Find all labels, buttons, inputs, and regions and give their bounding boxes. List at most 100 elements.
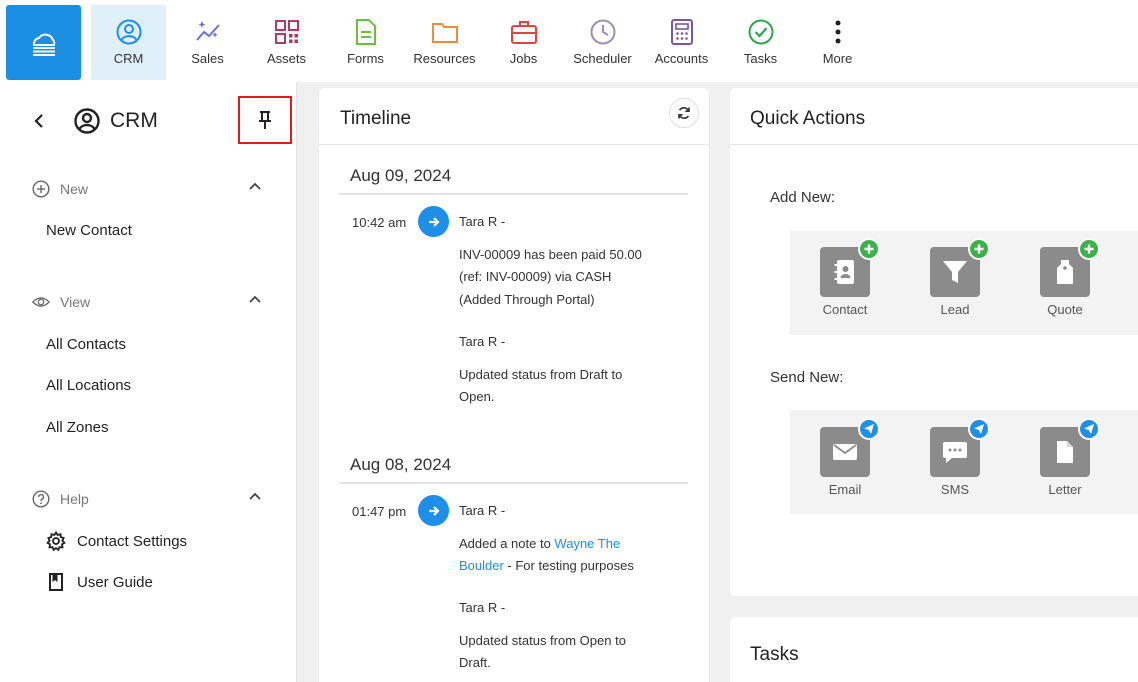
nav-label: More bbox=[822, 51, 853, 66]
app-logo[interactable] bbox=[6, 5, 81, 80]
timeline-date: Aug 09, 2024 bbox=[350, 166, 452, 185]
section-new-header[interactable]: New bbox=[32, 178, 272, 200]
add-lead-button[interactable]: Lead bbox=[910, 238, 1000, 321]
timeline-entry-marker bbox=[418, 206, 449, 237]
quick-action-label: Letter bbox=[1048, 482, 1082, 497]
timeline-panel: Timeline Aug 09, 2024 10:42 am Tara R - … bbox=[319, 88, 709, 682]
nav-jobs[interactable]: Jobs bbox=[486, 5, 561, 80]
section-help-header[interactable]: Help bbox=[32, 488, 272, 510]
sidebar-item-all-locations[interactable]: All Locations bbox=[46, 377, 131, 394]
tasks-title: Tasks bbox=[750, 644, 799, 665]
entry-line: Added a note to Wayne The bbox=[459, 533, 679, 556]
nav-label: Sales bbox=[191, 51, 224, 66]
plus-badge-icon bbox=[968, 238, 990, 260]
nav-label: Tasks bbox=[743, 51, 778, 66]
timeline-time: 01:47 pm bbox=[352, 504, 407, 519]
timeline-entry: Tara R - Added a note to Wayne The Bould… bbox=[459, 500, 679, 578]
contact-link[interactable]: Wayne The bbox=[554, 536, 620, 551]
nav-label: Jobs bbox=[509, 51, 538, 66]
send-badge-icon bbox=[1078, 418, 1100, 440]
timeline-entry: Tara R - Updated status from Draft to Op… bbox=[459, 331, 679, 409]
send-email-button[interactable]: Email bbox=[800, 418, 890, 501]
entry-author: Tara R - bbox=[459, 600, 506, 615]
nav-accounts[interactable]: Accounts bbox=[644, 5, 719, 80]
nav-crm[interactable]: CRM bbox=[91, 5, 166, 80]
timeline-date: Aug 08, 2024 bbox=[350, 455, 452, 474]
crm-user-icon bbox=[73, 107, 101, 135]
entry-author: Tara R - bbox=[459, 214, 506, 229]
gear-icon bbox=[46, 531, 66, 551]
send-new-panel: Email SMS Letter bbox=[790, 410, 1138, 514]
assets-icon bbox=[272, 18, 302, 46]
arrow-right-icon bbox=[428, 216, 440, 227]
sidebar-item-label: User Guide bbox=[77, 573, 153, 591]
timeline-header: Timeline bbox=[319, 88, 709, 145]
sidebar-title: CRM bbox=[110, 109, 158, 132]
sidebar: CRM New New Contact View All Contacts Al… bbox=[0, 82, 297, 682]
nav-label: Assets bbox=[266, 51, 306, 66]
nav-label: Scheduler bbox=[573, 51, 632, 66]
nav-resources[interactable]: Resources bbox=[407, 5, 482, 80]
sidebar-item-label: Contact Settings bbox=[77, 532, 188, 550]
entry-line: Boulder - For testing purposes bbox=[459, 555, 679, 578]
quick-actions-header: Quick Actions bbox=[730, 88, 1138, 145]
jobs-icon bbox=[509, 18, 539, 46]
pin-sidebar-button[interactable] bbox=[238, 96, 292, 144]
nav-more[interactable]: More bbox=[800, 5, 875, 80]
refresh-button[interactable] bbox=[669, 98, 699, 128]
plus-circle-icon bbox=[32, 180, 50, 198]
tasks-icon bbox=[746, 18, 776, 46]
entry-line: (Added Through Portal) bbox=[459, 291, 595, 307]
entry-text: - For testing purposes bbox=[503, 558, 634, 573]
tasks-panel: Tasks bbox=[730, 617, 1138, 682]
section-view-header[interactable]: View bbox=[32, 291, 272, 313]
entry-author: Tara R - bbox=[459, 334, 506, 349]
entry-line: (ref: INV-00009) via CASH bbox=[459, 269, 612, 284]
timeline-title: Timeline bbox=[340, 108, 412, 129]
more-icon bbox=[823, 18, 853, 46]
book-icon bbox=[46, 572, 66, 592]
eye-icon bbox=[32, 293, 50, 311]
sidebar-item-contact-settings[interactable]: Contact Settings bbox=[46, 531, 187, 551]
date-divider bbox=[339, 193, 688, 195]
send-new-label: Send New: bbox=[770, 369, 844, 386]
nav-label: Accounts bbox=[654, 51, 709, 66]
nav-label: Forms bbox=[347, 51, 384, 66]
add-contact-button[interactable]: Contact bbox=[800, 238, 890, 321]
scheduler-icon bbox=[588, 18, 618, 46]
send-badge-icon bbox=[968, 418, 990, 440]
contact-link[interactable]: Boulder bbox=[459, 558, 504, 573]
entry-line: Updated status from Open to bbox=[459, 632, 626, 648]
crm-icon bbox=[114, 18, 144, 46]
timeline-entry-marker bbox=[418, 495, 449, 526]
nav-scheduler[interactable]: Scheduler bbox=[565, 5, 640, 80]
nav-assets[interactable]: Assets bbox=[249, 5, 324, 80]
send-badge-icon bbox=[858, 418, 880, 440]
help-circle-icon bbox=[32, 490, 50, 508]
chevron-up-icon bbox=[249, 295, 261, 303]
nav-forms[interactable]: Forms bbox=[328, 5, 403, 80]
nav-sales[interactable]: Sales bbox=[170, 5, 245, 80]
sidebar-item-all-zones[interactable]: All Zones bbox=[46, 419, 109, 436]
resources-icon bbox=[430, 18, 460, 46]
section-label: Help bbox=[60, 491, 89, 507]
arrow-right-icon bbox=[428, 505, 440, 516]
sidebar-item-new-contact[interactable]: New Contact bbox=[46, 222, 132, 239]
sidebar-item-user-guide[interactable]: User Guide bbox=[46, 572, 153, 592]
chevron-up-icon bbox=[249, 492, 261, 500]
sidebar-item-all-contacts[interactable]: All Contacts bbox=[46, 336, 126, 353]
send-letter-button[interactable]: Letter bbox=[1020, 418, 1110, 501]
send-sms-button[interactable]: SMS bbox=[910, 418, 1000, 501]
add-new-panel: Contact Lead Quote bbox=[790, 231, 1138, 335]
quick-actions-panel: Quick Actions Add New: Contact Lead Quot… bbox=[730, 88, 1138, 596]
timeline-time: 10:42 am bbox=[352, 215, 407, 230]
nav-tasks[interactable]: Tasks bbox=[723, 5, 798, 80]
add-new-label: Add New: bbox=[770, 189, 836, 206]
nav-label: CRM bbox=[113, 51, 144, 66]
add-quote-button[interactable]: Quote bbox=[1020, 238, 1110, 321]
chevron-up-icon bbox=[249, 182, 261, 190]
back-button[interactable] bbox=[28, 110, 50, 132]
section-label: New bbox=[60, 181, 89, 197]
entry-line: Draft. bbox=[459, 655, 491, 670]
chevron-left-icon bbox=[34, 114, 43, 128]
